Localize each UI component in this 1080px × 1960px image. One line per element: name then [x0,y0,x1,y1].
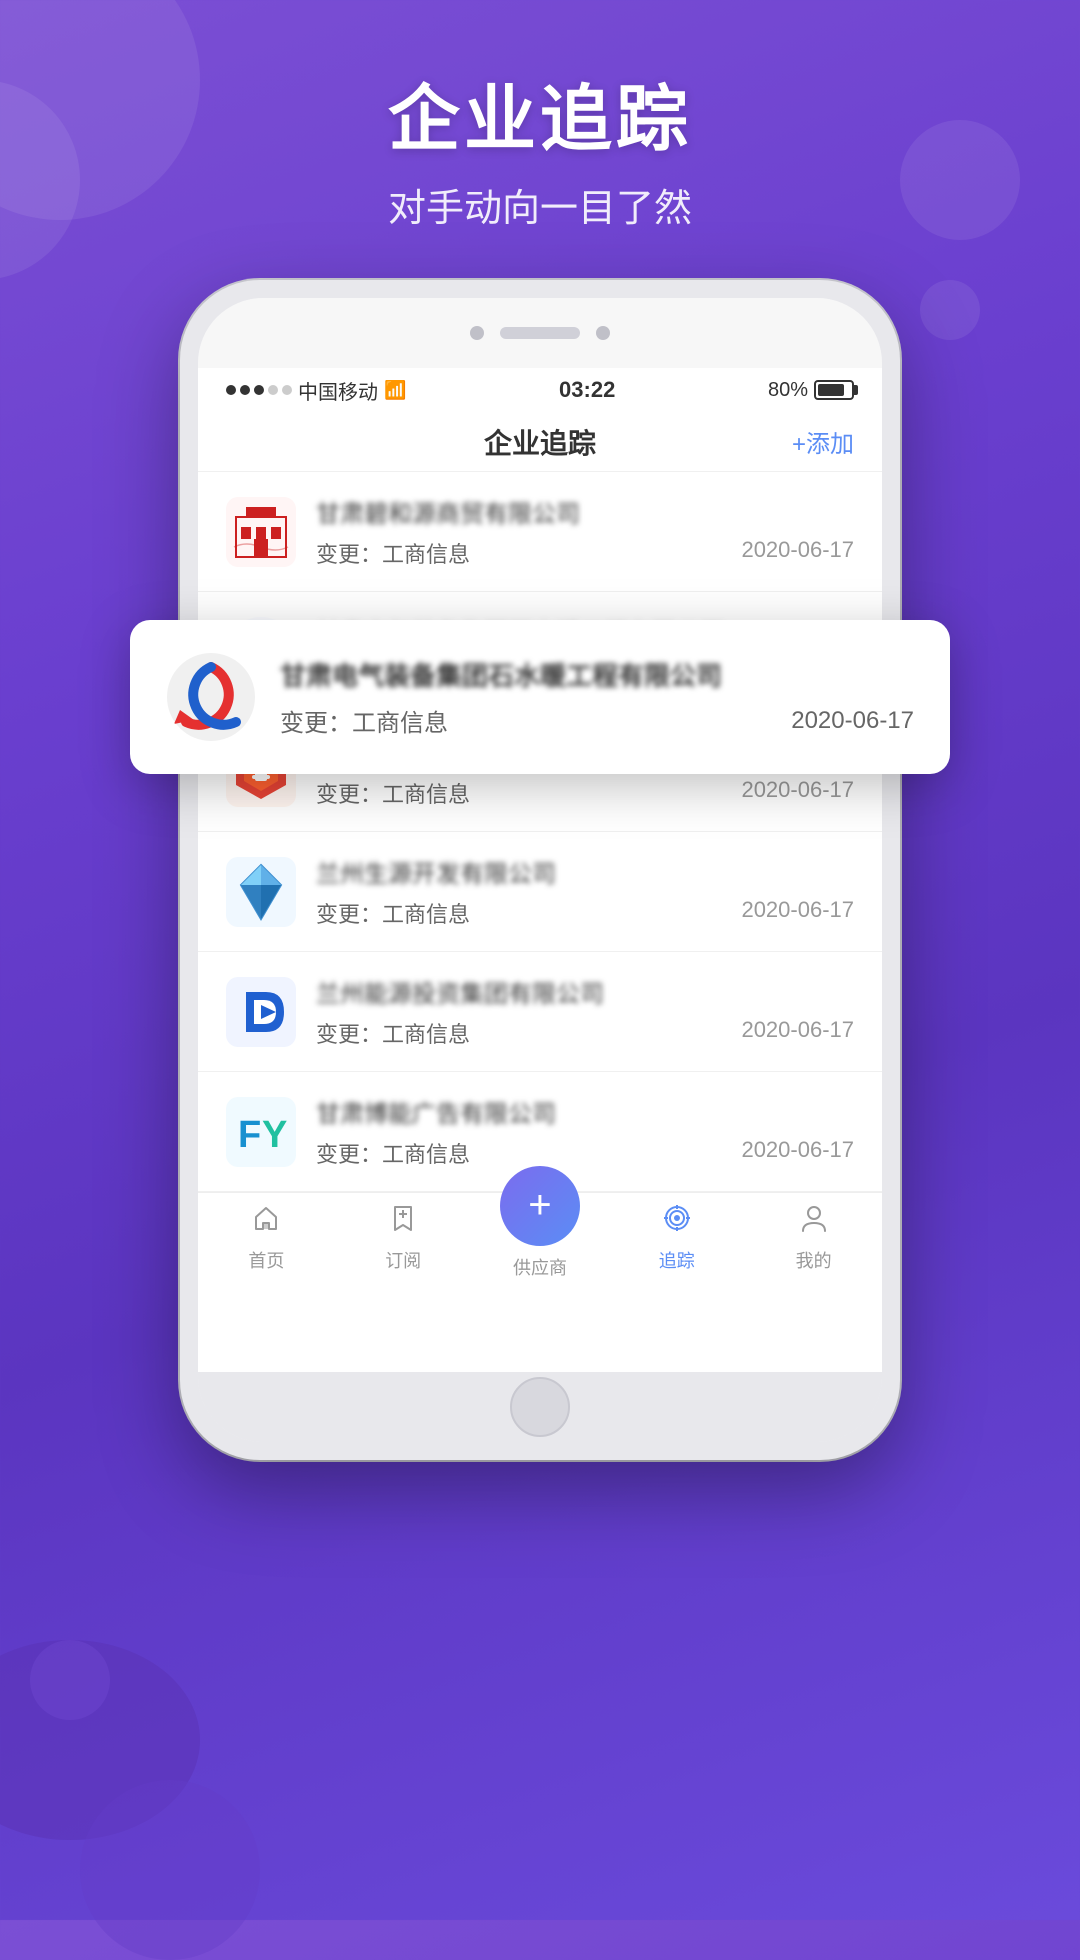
list-item-5[interactable]: 兰州能源投资集团有限公司 变更：工商信息 2020-06-17 [198,952,882,1072]
app-header: 企业追踪 +添加 [198,412,882,472]
signal-dot-4 [268,385,278,395]
company-info-5: 兰州能源投资集团有限公司 变更：工商信息 2020-06-17 [316,974,854,1049]
nav-item-subscription[interactable]: 订阅 [335,1203,472,1273]
wifi-icon: 📶 [384,380,406,401]
company-name-1: 甘肃碧和源商贸有限公司 [316,494,854,529]
phone-home-button[interactable] [510,1377,570,1437]
phone-inner: 中国移动 📶 03:22 80% 企业追踪 +添加 [198,298,882,1442]
featured-card[interactable]: 甘肃电气装备集团石水暖工程有限公司 变更：工商信息 2020-06-17 [130,620,950,774]
phone-camera-2 [596,326,610,340]
company-detail-6: 变更：工商信息 2020-06-17 [316,1137,854,1169]
company-logo-4 [226,857,296,927]
change-date-4: 2020-06-17 [741,897,854,929]
signal-dots [226,385,292,395]
change-date-3: 2020-06-17 [741,777,854,809]
app-content: 甘肃碧和源商贸有限公司 变更：工商信息 2020-06-17 [198,472,882,1372]
nav-label-profile: 我的 [796,1247,832,1273]
signal-dot-3 [254,385,264,395]
nav-label-subscription: 订阅 [385,1247,421,1273]
bottom-nav: 首页 订阅 + [198,1192,882,1292]
phone-mockup: 中国移动 📶 03:22 80% 企业追踪 +添加 [180,280,900,1460]
phone-home-area [198,1372,882,1442]
main-title: 企业追踪 [0,60,1080,165]
bg-decoration-7 [30,1640,110,1720]
change-label-5: 变更：工商信息 [316,1017,470,1049]
app-header-title: 企业追踪 [484,422,596,462]
change-date-6: 2020-06-17 [741,1137,854,1169]
nav-label-supplier: 供应商 [513,1254,567,1280]
company-name-6: 甘肃博能广告有限公司 [316,1094,854,1129]
list-item-4[interactable]: 兰州生源开发有限公司 变更：工商信息 2020-06-17 [198,832,882,952]
featured-detail-row: 变更：工商信息 2020-06-17 [280,703,914,738]
phone-speaker [500,327,580,339]
battery-fill [818,384,844,396]
company-name-5: 兰州能源投资集团有限公司 [316,974,854,1009]
company-detail-5: 变更：工商信息 2020-06-17 [316,1017,854,1049]
nav-label-home: 首页 [248,1247,284,1273]
nav-center-button[interactable]: + [500,1166,580,1246]
add-button[interactable]: +添加 [792,424,854,459]
bg-decoration-6 [80,1780,260,1960]
bookmark-icon [388,1203,418,1241]
company-name-4: 兰州生源开发有限公司 [316,854,854,889]
change-label-4: 变更：工商信息 [316,897,470,929]
featured-company-info: 甘肃电气装备集团石水暖工程有限公司 变更：工商信息 2020-06-17 [280,656,914,738]
company-detail-4: 变更：工商信息 2020-06-17 [316,897,854,929]
battery-icon [814,380,854,400]
company-detail-3: 变更：工商信息 2020-06-17 [316,777,854,809]
company-info-1: 甘肃碧和源商贸有限公司 变更：工商信息 2020-06-17 [316,494,854,569]
carrier-label: 中国移动 [298,376,378,405]
nav-label-tracking: 追踪 [659,1247,695,1273]
featured-date: 2020-06-17 [791,707,914,735]
nav-item-supplier[interactable]: + 供应商 [472,1196,609,1280]
sub-title: 对手动向一目了然 [0,177,1080,232]
company-logo-6: F Y [226,1097,296,1167]
phone-top-bar [198,298,882,368]
company-info-6: 甘肃博能广告有限公司 变更：工商信息 2020-06-17 [316,1094,854,1169]
change-date-5: 2020-06-17 [741,1017,854,1049]
change-label-6: 变更：工商信息 [316,1137,470,1169]
featured-change-label: 变更：工商信息 [280,703,448,738]
nav-item-tracking[interactable]: 追踪 [608,1203,745,1273]
signal-dot-1 [226,385,236,395]
company-info-4: 兰州生源开发有限公司 变更：工商信息 2020-06-17 [316,854,854,929]
bg-decoration-4 [920,280,980,340]
signal-dot-2 [240,385,250,395]
phone-camera [470,326,484,340]
plus-icon: + [528,1183,551,1228]
list-item[interactable]: 甘肃碧和源商贸有限公司 变更：工商信息 2020-06-17 [198,472,882,592]
status-time: 03:22 [559,377,615,403]
featured-company-name: 甘肃电气装备集团石水暖工程有限公司 [280,656,914,693]
nav-item-home[interactable]: 首页 [198,1203,335,1273]
svg-text:Y: Y [262,1114,287,1156]
signal-dot-5 [282,385,292,395]
company-logo-5 [226,977,296,1047]
company-detail-1: 变更：工商信息 2020-06-17 [316,537,854,569]
change-label-1: 变更：工商信息 [316,537,470,569]
nav-item-profile[interactable]: 我的 [745,1203,882,1273]
svg-text:F: F [238,1114,261,1156]
target-icon [662,1203,692,1241]
change-label-3: 变更：工商信息 [316,777,470,809]
phone-outer: 中国移动 📶 03:22 80% 企业追踪 +添加 [180,280,900,1460]
status-bar: 中国移动 📶 03:22 80% [198,368,882,412]
company-logo-1 [226,497,296,567]
home-icon [251,1203,281,1241]
header-section: 企业追踪 对手动向一目了然 [0,60,1080,232]
battery-percent: 80% [768,379,808,402]
person-icon [799,1203,829,1241]
change-date-1: 2020-06-17 [741,537,854,569]
featured-company-logo [166,652,256,742]
status-right: 80% [768,379,854,402]
status-left: 中国移动 📶 [226,376,406,405]
